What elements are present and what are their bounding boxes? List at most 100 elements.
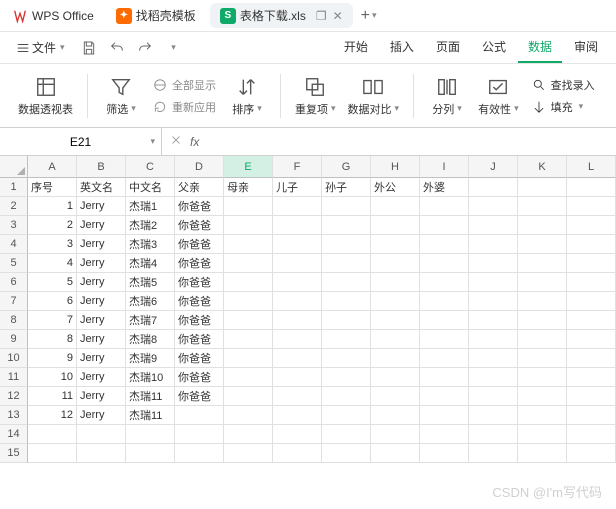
- row-header[interactable]: 15: [0, 444, 28, 463]
- cell[interactable]: [322, 368, 371, 387]
- find-record-button[interactable]: 查找录入: [527, 75, 599, 95]
- pivot-table-button[interactable]: 数据透视表: [14, 73, 77, 119]
- cell[interactable]: [420, 292, 469, 311]
- row-header[interactable]: 10: [0, 349, 28, 368]
- cell[interactable]: [224, 425, 273, 444]
- cell[interactable]: 11: [28, 387, 77, 406]
- cell[interactable]: [469, 368, 518, 387]
- cell[interactable]: [126, 444, 175, 463]
- cell[interactable]: 你爸爸: [175, 349, 224, 368]
- cell[interactable]: [567, 273, 616, 292]
- tab-workbook[interactable]: S 表格下载.xls ❐ ✕: [210, 3, 353, 28]
- cell[interactable]: [567, 292, 616, 311]
- cell[interactable]: 杰瑞11: [126, 406, 175, 425]
- cell[interactable]: 7: [28, 311, 77, 330]
- cell[interactable]: [518, 235, 567, 254]
- cell[interactable]: [420, 235, 469, 254]
- cell[interactable]: 杰瑞3: [126, 235, 175, 254]
- cell[interactable]: [469, 216, 518, 235]
- close-tab-icon[interactable]: ✕: [333, 9, 343, 23]
- cell[interactable]: 序号: [28, 178, 77, 197]
- cell[interactable]: 3: [28, 235, 77, 254]
- cell[interactable]: [567, 387, 616, 406]
- row-header[interactable]: 6: [0, 273, 28, 292]
- row-header[interactable]: 3: [0, 216, 28, 235]
- menu-tab-插入[interactable]: 插入: [380, 32, 424, 63]
- cell[interactable]: Jerry: [77, 254, 126, 273]
- cell[interactable]: Jerry: [77, 330, 126, 349]
- cell[interactable]: [518, 216, 567, 235]
- cell[interactable]: [518, 330, 567, 349]
- cell[interactable]: [273, 444, 322, 463]
- cell[interactable]: [371, 216, 420, 235]
- cell[interactable]: 杰瑞1: [126, 197, 175, 216]
- cell[interactable]: [322, 235, 371, 254]
- cell[interactable]: [420, 387, 469, 406]
- cell[interactable]: [224, 273, 273, 292]
- cell[interactable]: [371, 273, 420, 292]
- row-header[interactable]: 8: [0, 311, 28, 330]
- col-header-A[interactable]: A: [28, 156, 77, 178]
- cell[interactable]: [224, 216, 273, 235]
- cell[interactable]: [518, 178, 567, 197]
- cell[interactable]: [567, 349, 616, 368]
- cell[interactable]: [518, 349, 567, 368]
- cell[interactable]: [273, 273, 322, 292]
- compare-button[interactable]: 数据对比▾: [344, 73, 404, 119]
- cell[interactable]: [224, 368, 273, 387]
- cell[interactable]: [567, 425, 616, 444]
- cell[interactable]: [322, 216, 371, 235]
- cell[interactable]: [518, 311, 567, 330]
- cell[interactable]: [518, 387, 567, 406]
- cell[interactable]: 杰瑞11: [126, 387, 175, 406]
- row-header[interactable]: 1: [0, 178, 28, 197]
- cell[interactable]: [322, 349, 371, 368]
- menu-tab-审阅[interactable]: 审阅: [564, 32, 608, 63]
- cell[interactable]: 你爸爸: [175, 387, 224, 406]
- show-all-button[interactable]: 全部显示: [148, 75, 220, 95]
- cell[interactable]: [567, 406, 616, 425]
- cell[interactable]: 12: [28, 406, 77, 425]
- cell[interactable]: [469, 197, 518, 216]
- cell[interactable]: 你爸爸: [175, 235, 224, 254]
- col-header-L[interactable]: L: [567, 156, 616, 178]
- cell[interactable]: [273, 387, 322, 406]
- cell[interactable]: 10: [28, 368, 77, 387]
- cell[interactable]: 杰瑞10: [126, 368, 175, 387]
- redo-button[interactable]: [133, 36, 157, 60]
- cell[interactable]: 中文名: [126, 178, 175, 197]
- cell[interactable]: [469, 292, 518, 311]
- cell[interactable]: [420, 330, 469, 349]
- cell[interactable]: [518, 425, 567, 444]
- cancel-icon[interactable]: [170, 134, 182, 149]
- menu-tab-开始[interactable]: 开始: [334, 32, 378, 63]
- cell[interactable]: [469, 444, 518, 463]
- cell[interactable]: [322, 254, 371, 273]
- cell[interactable]: [28, 444, 77, 463]
- cell[interactable]: 9: [28, 349, 77, 368]
- cell[interactable]: [322, 197, 371, 216]
- cell[interactable]: 你爸爸: [175, 197, 224, 216]
- cell[interactable]: 你爸爸: [175, 216, 224, 235]
- cell[interactable]: [420, 216, 469, 235]
- menu-three-lines[interactable]: 文件 ▾: [8, 35, 73, 60]
- cell[interactable]: [420, 444, 469, 463]
- cell[interactable]: [273, 311, 322, 330]
- cell[interactable]: [224, 387, 273, 406]
- cell[interactable]: 杰瑞2: [126, 216, 175, 235]
- fx-label[interactable]: fx: [190, 135, 199, 149]
- cell[interactable]: [371, 387, 420, 406]
- cell[interactable]: [469, 178, 518, 197]
- cell[interactable]: 5: [28, 273, 77, 292]
- cell[interactable]: [322, 330, 371, 349]
- cell[interactable]: [518, 254, 567, 273]
- cell[interactable]: [322, 406, 371, 425]
- col-header-C[interactable]: C: [126, 156, 175, 178]
- cell[interactable]: [567, 368, 616, 387]
- cell[interactable]: [567, 311, 616, 330]
- cell[interactable]: Jerry: [77, 387, 126, 406]
- save-button[interactable]: [77, 36, 101, 60]
- undo-button[interactable]: [105, 36, 129, 60]
- cell[interactable]: [224, 311, 273, 330]
- cell[interactable]: 你爸爸: [175, 330, 224, 349]
